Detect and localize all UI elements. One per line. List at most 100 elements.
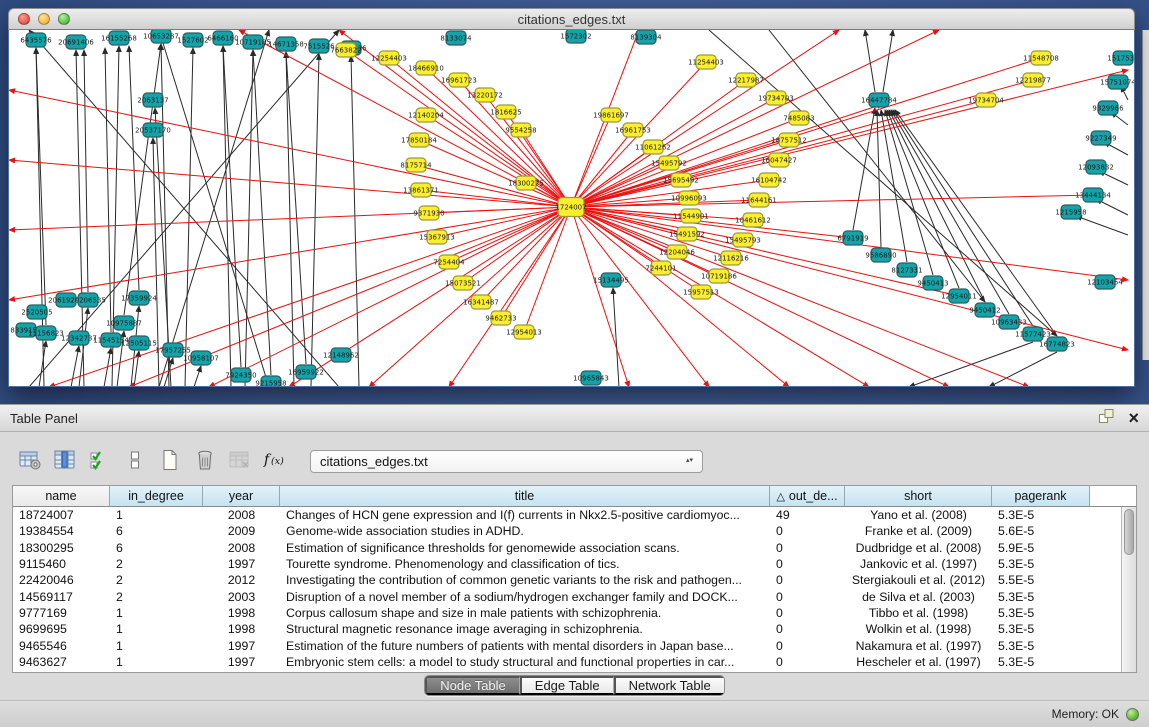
graph-node[interactable]: 10653287 [143, 30, 179, 43]
table-row[interactable]: 2242004622012Investigating the contribut… [13, 572, 1121, 588]
graph-node[interactable]: 16774823 [1039, 337, 1075, 351]
graph-node[interactable]: 18300275 [508, 176, 544, 190]
minimize-button[interactable] [38, 13, 50, 25]
table-cell[interactable]: 5.3E-5 [992, 639, 1090, 653]
table-cell[interactable]: 1 [110, 606, 203, 620]
table-row[interactable]: 946362711997Embryonic stem cells: a mode… [13, 654, 1121, 670]
graph-node[interactable]: 17850184 [401, 133, 437, 147]
table-cell[interactable]: 19384554 [13, 524, 110, 538]
graph-node[interactable]: 10719185 [235, 35, 271, 49]
graph-node[interactable]: 12954011 [941, 289, 977, 303]
row-height-button[interactable] [121, 448, 149, 474]
table-cell[interactable]: 0 [770, 541, 845, 555]
table-row[interactable]: 911546021997Tourette syndrome. Phenomeno… [13, 556, 1121, 572]
graph-node[interactable]: 12217987 [728, 73, 764, 87]
scrollbar-thumb[interactable] [1124, 509, 1134, 555]
column-header-out_de[interactable]: △out_de... [770, 486, 845, 507]
table-cell[interactable]: 0 [770, 590, 845, 604]
table-cell[interactable]: 5.3E-5 [992, 622, 1090, 636]
graph-node[interactable]: 15495792 [651, 156, 687, 170]
table-row[interactable]: 1456911722003Disruption of a novel membe… [13, 588, 1121, 604]
table-cell[interactable]: 22420046 [13, 573, 110, 587]
graph-node[interactable]: 11548708 [1023, 51, 1059, 65]
column-header-name[interactable]: name [13, 486, 110, 507]
table-cell[interactable]: 1 [110, 639, 203, 653]
float-panel-icon[interactable] [1098, 408, 1116, 429]
table-cell[interactable]: 18724007 [13, 508, 110, 522]
graph-node[interactable]: 15495793 [725, 233, 761, 247]
graph-node[interactable]: 8133074 [440, 31, 472, 45]
table-cell[interactable]: 1998 [203, 622, 280, 636]
window-titlebar[interactable]: citations_edges.txt [8, 8, 1135, 30]
close-panel-icon[interactable]: × [1128, 411, 1139, 425]
graph-node[interactable]: 7924350 [225, 368, 256, 382]
table-cell[interactable]: 0 [770, 639, 845, 653]
graph-node[interactable]: 12116216 [713, 251, 749, 265]
table-cell[interactable]: 9115460 [13, 557, 110, 571]
table-cell[interactable]: 5.3E-5 [992, 557, 1090, 571]
select-columns-button[interactable] [86, 448, 114, 474]
graph-node[interactable]: 12148962 [323, 348, 359, 362]
table-cell[interactable]: Hescheler et al. (1997) [845, 655, 992, 669]
table-mode-button[interactable] [16, 448, 44, 474]
graph-node[interactable]: 1572302 [560, 30, 591, 43]
graph-node[interactable]: 13861371 [403, 183, 439, 197]
graph-node[interactable]: 11644161 [741, 193, 777, 207]
table-row[interactable]: 946554611997Estimation of the future num… [13, 637, 1121, 653]
graph-node[interactable]: 9227349 [1085, 131, 1116, 145]
graph-node[interactable]: 10965843 [573, 371, 609, 385]
table-cell[interactable]: 14569117 [13, 590, 110, 604]
graph-node[interactable]: 12093832 [1078, 160, 1114, 174]
graph-node[interactable]: 11061262 [635, 140, 671, 154]
table-cell[interactable]: Structural magnetic resonance image aver… [280, 622, 770, 636]
graph-node[interactable]: 16155268 [101, 31, 137, 45]
delete-column-button[interactable] [191, 448, 219, 474]
table-cell[interactable]: 9699695 [13, 622, 110, 636]
graph-node[interactable]: 12342737 [61, 331, 97, 345]
table-cell[interactable]: 6 [110, 541, 203, 555]
table-cell[interactable]: Nakamura et al. (1997) [845, 639, 992, 653]
graph-node[interactable]: 8139304 [630, 30, 662, 44]
tab-edge-table[interactable]: Edge Table [520, 676, 614, 695]
graph-node[interactable]: 11254403 [688, 55, 724, 69]
graph-node[interactable]: 15957513 [683, 285, 719, 299]
zoom-button[interactable] [58, 13, 70, 25]
column-header-pagerank[interactable]: pagerank [992, 486, 1090, 507]
table-cell[interactable]: 0 [770, 606, 845, 620]
graph-node[interactable]: 10963433 [991, 315, 1027, 329]
table-cell[interactable]: 2008 [203, 541, 280, 555]
table-cell[interactable]: 1 [110, 622, 203, 636]
table-cell[interactable]: 5.6E-5 [992, 524, 1090, 538]
table-cell[interactable]: 5.3E-5 [992, 590, 1090, 604]
graph-node[interactable]: 1517534 [1107, 51, 1134, 65]
graph-node[interactable]: 12954013 [506, 325, 542, 339]
table-cell[interactable]: 5.3E-5 [992, 655, 1090, 669]
graph-node[interactable]: 9554258 [505, 123, 536, 137]
column-header-year[interactable]: year [203, 486, 280, 507]
table-cell[interactable]: 0 [770, 524, 845, 538]
table-cell[interactable]: 5.3E-5 [992, 606, 1090, 620]
table-cell[interactable]: Wolkin et al. (1998) [845, 622, 992, 636]
graph-node[interactable]: 15367913 [419, 230, 455, 244]
graph-node[interactable]: 12103454 [1087, 275, 1123, 289]
table-row[interactable]: 977716911998Corpus callosum shape and si… [13, 605, 1121, 621]
table-cell[interactable]: 1 [110, 655, 203, 669]
vertical-scrollbar[interactable] [1121, 507, 1136, 672]
table-selector-dropdown[interactable]: citations_edges.txt ▴▾ [310, 450, 703, 473]
table-cell[interactable]: 1997 [203, 639, 280, 653]
column-header-short[interactable]: short [845, 486, 992, 507]
table-cell[interactable]: Stergiakouli et al. (2012) [845, 573, 992, 587]
graph-node[interactable]: 9462733 [485, 311, 516, 325]
graph-node[interactable]: 9450412 [969, 303, 1000, 317]
graph-node[interactable]: 15491592 [669, 227, 705, 241]
table-row[interactable]: 1830029562008Estimation of significance … [13, 540, 1121, 556]
table-cell[interactable]: Yano et al. (2008) [845, 508, 992, 522]
table-cell[interactable]: Tourette syndrome. Phenomenology and cla… [280, 557, 770, 571]
graph-node[interactable]: 12140204 [408, 108, 444, 122]
graph-node[interactable]: 15751074 [1100, 75, 1134, 89]
graph-node[interactable]: 2520505 [21, 305, 52, 319]
table-cell[interactable]: 9465546 [13, 639, 110, 653]
table-cell[interactable]: Franke et al. (2009) [845, 524, 992, 538]
table-cell[interactable]: 5.5E-5 [992, 573, 1090, 587]
table-row[interactable]: 1872400712008Changes of HCN gene express… [13, 507, 1121, 523]
